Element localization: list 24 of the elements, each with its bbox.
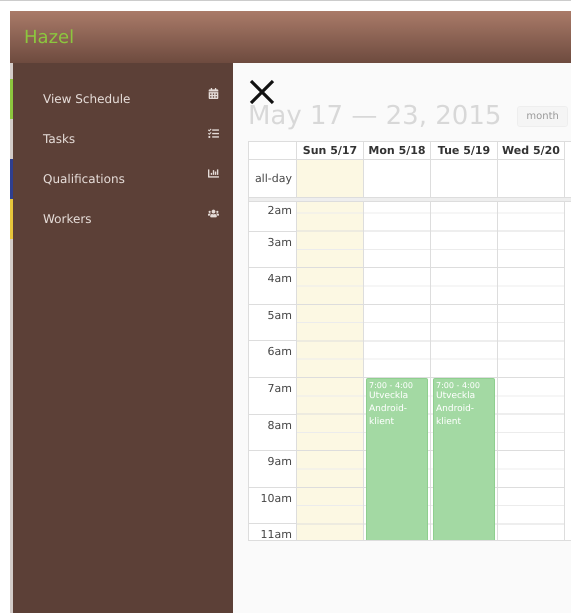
hour-label: 8am xyxy=(249,414,296,450)
event-time: 7:00 - 4:00 xyxy=(436,381,481,390)
brand-name: Hazel xyxy=(24,26,74,48)
hour-label: 10am xyxy=(249,486,296,524)
list-icon xyxy=(208,128,219,138)
close-icon[interactable] xyxy=(248,79,276,105)
sidebar-label: Qualifications xyxy=(43,172,125,186)
sidebar-label: Tasks xyxy=(43,132,76,146)
event-title: Utveckla Android-klient xyxy=(369,390,410,429)
event-title: Utveckla Android-klient xyxy=(436,390,476,429)
hour-label: 11am xyxy=(249,523,296,540)
hour-label: 2am xyxy=(249,202,296,231)
event-time: 7:00 - 4:00 xyxy=(369,381,414,390)
hour-label: 4am xyxy=(249,267,296,304)
users-icon xyxy=(208,208,219,218)
sidebar-label: Workers xyxy=(43,212,92,226)
hour-label: 9am xyxy=(249,450,296,487)
hour-label: 7am xyxy=(249,376,296,414)
sidebar-label: View Schedule xyxy=(43,92,130,106)
bar-chart-icon xyxy=(208,168,219,178)
hour-label: 3am xyxy=(249,230,296,268)
hour-label: 6am xyxy=(249,340,296,377)
calendar-icon xyxy=(208,88,219,98)
hour-label: 5am xyxy=(249,304,296,340)
